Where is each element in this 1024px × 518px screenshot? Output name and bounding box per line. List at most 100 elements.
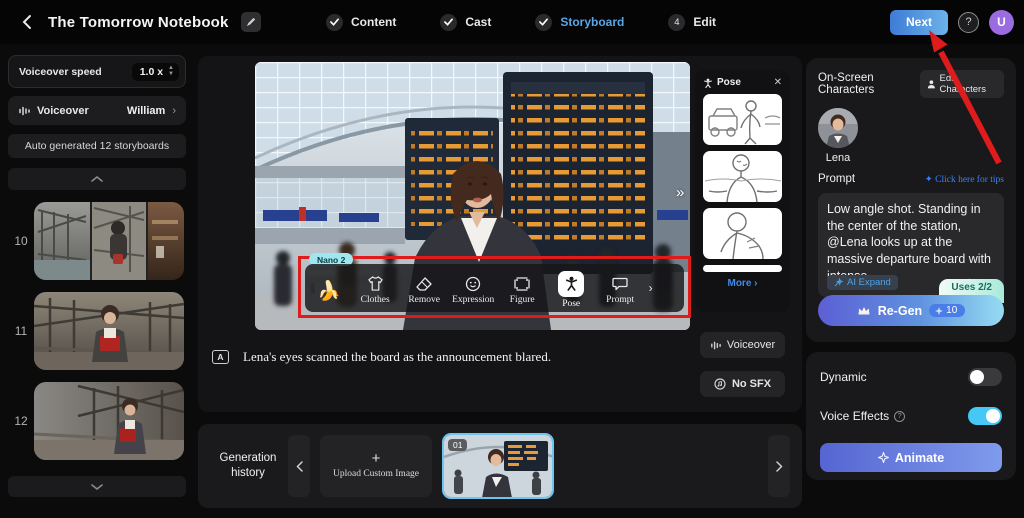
voiceover-voice-value: William [127, 105, 165, 117]
voiceover-button[interactable]: Voiceover [700, 332, 785, 358]
history-prev-button[interactable] [288, 435, 310, 497]
sparkle-icon [878, 452, 889, 463]
step-content[interactable]: Content [326, 14, 396, 31]
avatar[interactable]: U [989, 10, 1014, 35]
pose-option-4[interactable] [703, 265, 782, 272]
dynamic-label: Dynamic [820, 370, 867, 384]
crown-icon [857, 305, 871, 316]
frame-caption: Lena's eyes scanned the board as the ann… [243, 349, 551, 365]
waveform-icon [18, 105, 30, 117]
image-edit-toolbar: 🍌 Clothes Remove Expression [305, 264, 684, 312]
step-cast[interactable]: Cast [440, 14, 491, 31]
next-button[interactable]: Next [890, 10, 948, 35]
pose-more-link[interactable]: More › [703, 278, 782, 289]
prompt-label: Prompt [818, 173, 855, 185]
voice-effects-toggle[interactable] [968, 407, 1002, 425]
speech-bubble-icon [612, 275, 628, 293]
edit-title-icon[interactable] [241, 12, 261, 32]
back-icon[interactable] [16, 12, 36, 32]
voiceover-speed-label: Voiceover speed [19, 66, 102, 78]
pose-icon [703, 78, 713, 88]
generation-history-label: Generation history [210, 451, 286, 481]
regen-button[interactable]: Re-Gen 10 [818, 295, 1004, 326]
voice-effects-label: Voice Effects ? [820, 409, 905, 423]
settings-card: Dynamic Voice Effects ? Animate [806, 352, 1016, 480]
waveform-icon [710, 340, 721, 351]
pose-panel-title: Pose [717, 77, 770, 88]
character-avatar[interactable] [818, 108, 858, 148]
storyboard-thumbnail[interactable] [34, 202, 184, 280]
dynamic-toggle[interactable] [968, 368, 1002, 386]
tool-figure[interactable]: Figure [498, 275, 547, 305]
info-icon[interactable]: ? [894, 411, 905, 422]
check-icon [440, 14, 457, 31]
stepper-arrows-icon[interactable]: ▲▼ [168, 66, 174, 77]
toolbar-more-chevron-icon[interactable]: › [649, 281, 653, 295]
edit-characters-button[interactable]: Edit Characters [920, 70, 1004, 98]
tips-link[interactable]: ✦ Click here for tips [925, 174, 1004, 185]
smiley-icon [465, 275, 481, 293]
chevron-up-icon [91, 176, 103, 182]
no-sfx-button[interactable]: No SFX [700, 371, 785, 397]
top-bar: The Tomorrow Notebook Content Cast Story… [0, 0, 1024, 44]
help-icon[interactable]: ? [958, 12, 979, 33]
voiceover-selector[interactable]: Voiceover William › [8, 96, 186, 125]
page-title: The Tomorrow Notebook [48, 14, 229, 31]
pose-option-1[interactable] [703, 94, 782, 145]
character-name: Lena [818, 152, 858, 164]
chevron-right-icon: › [172, 105, 176, 117]
pose-icon [558, 271, 584, 297]
storyboard-item-12[interactable]: 12 [8, 382, 186, 460]
sfx-off-icon [714, 378, 726, 390]
collapse-up-button[interactable] [8, 168, 186, 190]
caption-icon: A [212, 350, 229, 364]
plus-icon: + [372, 453, 381, 465]
step-storyboard[interactable]: Storyboard [535, 14, 624, 31]
close-icon[interactable]: ✕ [774, 77, 782, 88]
tool-pose-active[interactable]: Pose [547, 271, 596, 309]
check-icon [326, 14, 343, 31]
storyboard-item-11[interactable]: 11 [8, 292, 186, 370]
tool-expression[interactable]: Expression [449, 275, 498, 305]
tool-remove[interactable]: Remove [400, 275, 449, 305]
tool-clothes[interactable]: Clothes [351, 275, 400, 305]
magic-wand-icon [834, 278, 843, 287]
history-thumbnail-selected[interactable]: 01 [442, 433, 554, 499]
generation-history-panel: Generation history + Upload Custom Image… [198, 424, 802, 508]
chevron-down-icon [91, 484, 103, 490]
pose-option-2[interactable] [703, 151, 782, 202]
chevron-right-icon [776, 461, 783, 472]
voiceover-speed-stepper[interactable]: 1.0 x ▲▼ [132, 63, 179, 81]
credit-cost-badge: 10 [929, 304, 965, 317]
storyboard-thumbnail[interactable] [34, 292, 184, 370]
step-edit[interactable]: 4 Edit [668, 14, 716, 31]
highlight-rectangle: Nano 2 🍌 Clothes Remove Expression [298, 256, 691, 318]
frame-icon [514, 275, 530, 293]
upload-custom-image-button[interactable]: + Upload Custom Image [320, 435, 432, 497]
collapse-down-button[interactable] [8, 476, 186, 497]
history-next-button[interactable] [768, 435, 790, 497]
auto-generated-note: Auto generated 12 storyboards [8, 134, 186, 158]
storyboard-number: 12 [8, 414, 34, 428]
storyboard-number: 10 [8, 234, 34, 248]
characters-heading: On-Screen Characters [818, 72, 920, 96]
banana-icon[interactable]: 🍌 [317, 279, 341, 303]
workflow-steps: Content Cast Storyboard 4 Edit [326, 0, 716, 44]
storyboard-item-10[interactable]: 10 [8, 202, 186, 280]
storyboard-thumbnail[interactable] [34, 382, 184, 460]
animate-button[interactable]: Animate [820, 443, 1002, 472]
step-number: 4 [668, 14, 685, 31]
storyboard-number: 11 [8, 324, 34, 338]
thumbnail-index-badge: 01 [448, 439, 467, 451]
eraser-icon [416, 275, 432, 293]
tool-prompt[interactable]: Prompt [596, 275, 645, 305]
left-sidebar: Voiceover speed 1.0 x ▲▼ Voiceover Willi… [8, 55, 186, 497]
ai-expand-button[interactable]: AI Expand [827, 275, 898, 290]
chevron-left-icon [296, 461, 303, 472]
voiceover-speed-card: Voiceover speed 1.0 x ▲▼ [8, 55, 186, 88]
storyboard-stage-panel: » Pose ✕ [198, 56, 802, 412]
pose-option-3[interactable] [703, 208, 782, 259]
person-icon [927, 79, 936, 89]
pose-panel: Pose ✕ [695, 70, 790, 312]
image-next-arrow-icon[interactable]: » [676, 184, 684, 201]
